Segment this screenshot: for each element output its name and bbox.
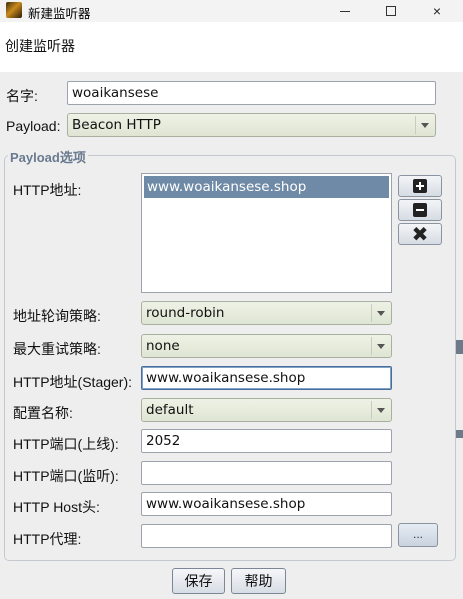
retry-select[interactable]: none [141, 334, 392, 358]
rotation-select[interactable]: round-robin [141, 301, 392, 325]
dialog-header: 创建监听器 [0, 22, 463, 72]
port-c2-label: HTTP端口(上线): [13, 436, 119, 452]
profile-label: 配置名称: [13, 405, 73, 421]
rotation-select-value: round-robin [146, 305, 225, 321]
http-hosts-list[interactable]: www.woaikansese.shop [141, 173, 392, 293]
host-header-label: HTTP Host头: [13, 499, 100, 515]
port-bind-field[interactable] [141, 461, 392, 485]
proxy-field[interactable] [141, 524, 392, 548]
profile-select[interactable]: default [141, 398, 392, 422]
clear-hosts-button[interactable]: ✖ [398, 223, 442, 245]
background-window-edge [456, 340, 463, 354]
app-icon [6, 2, 22, 18]
proxy-browse-button[interactable]: ... [398, 523, 438, 547]
stager-label: HTTP地址(Stager): [13, 374, 133, 390]
name-field[interactable]: woaikansese [67, 81, 436, 105]
proxy-label: HTTP代理: [13, 531, 82, 547]
port-c2-field[interactable]: 2052 [141, 429, 392, 453]
chevron-down-icon [371, 337, 389, 355]
add-host-button[interactable] [398, 175, 442, 197]
remove-host-button[interactable] [398, 199, 442, 221]
payload-label: Payload: [6, 118, 61, 134]
close-button[interactable]: × [414, 0, 460, 22]
background-window-edge [456, 430, 463, 438]
close-icon: × [432, 3, 442, 19]
host-header-field[interactable]: www.woaikansese.shop [141, 492, 392, 516]
chevron-down-icon [371, 304, 389, 322]
payload-select[interactable]: Beacon HTTP [67, 113, 436, 137]
title-bar: 新建监听器 × [0, 0, 463, 22]
retry-select-value: none [146, 338, 180, 354]
http-hosts-label: HTTP地址: [13, 182, 82, 198]
retry-label: 最大重试策略: [13, 341, 101, 357]
name-label: 名字: [6, 88, 38, 104]
chevron-down-icon [371, 401, 389, 419]
help-button[interactable]: 帮助 [231, 568, 286, 594]
minus-icon [413, 203, 427, 217]
maximize-icon [386, 6, 396, 16]
close-icon: ✖ [411, 222, 429, 246]
minimize-button[interactable] [322, 0, 368, 22]
plus-icon [413, 179, 427, 193]
save-button[interactable]: 保存 [172, 568, 225, 594]
profile-select-value: default [146, 402, 194, 418]
port-bind-label: HTTP端口(监听): [13, 468, 119, 484]
minimize-icon [340, 10, 350, 12]
list-item[interactable]: www.woaikansese.shop [144, 176, 389, 198]
payload-options-title: Payload选项 [8, 147, 88, 166]
maximize-button[interactable] [368, 0, 414, 22]
rotation-label: 地址轮询策略: [13, 308, 101, 324]
payload-select-value: Beacon HTTP [72, 117, 161, 133]
stager-host-field[interactable]: www.woaikansese.shop [141, 366, 392, 390]
header-description: 创建监听器 [5, 38, 75, 54]
chevron-down-icon [415, 116, 433, 134]
window-title: 新建监听器 [28, 7, 91, 21]
